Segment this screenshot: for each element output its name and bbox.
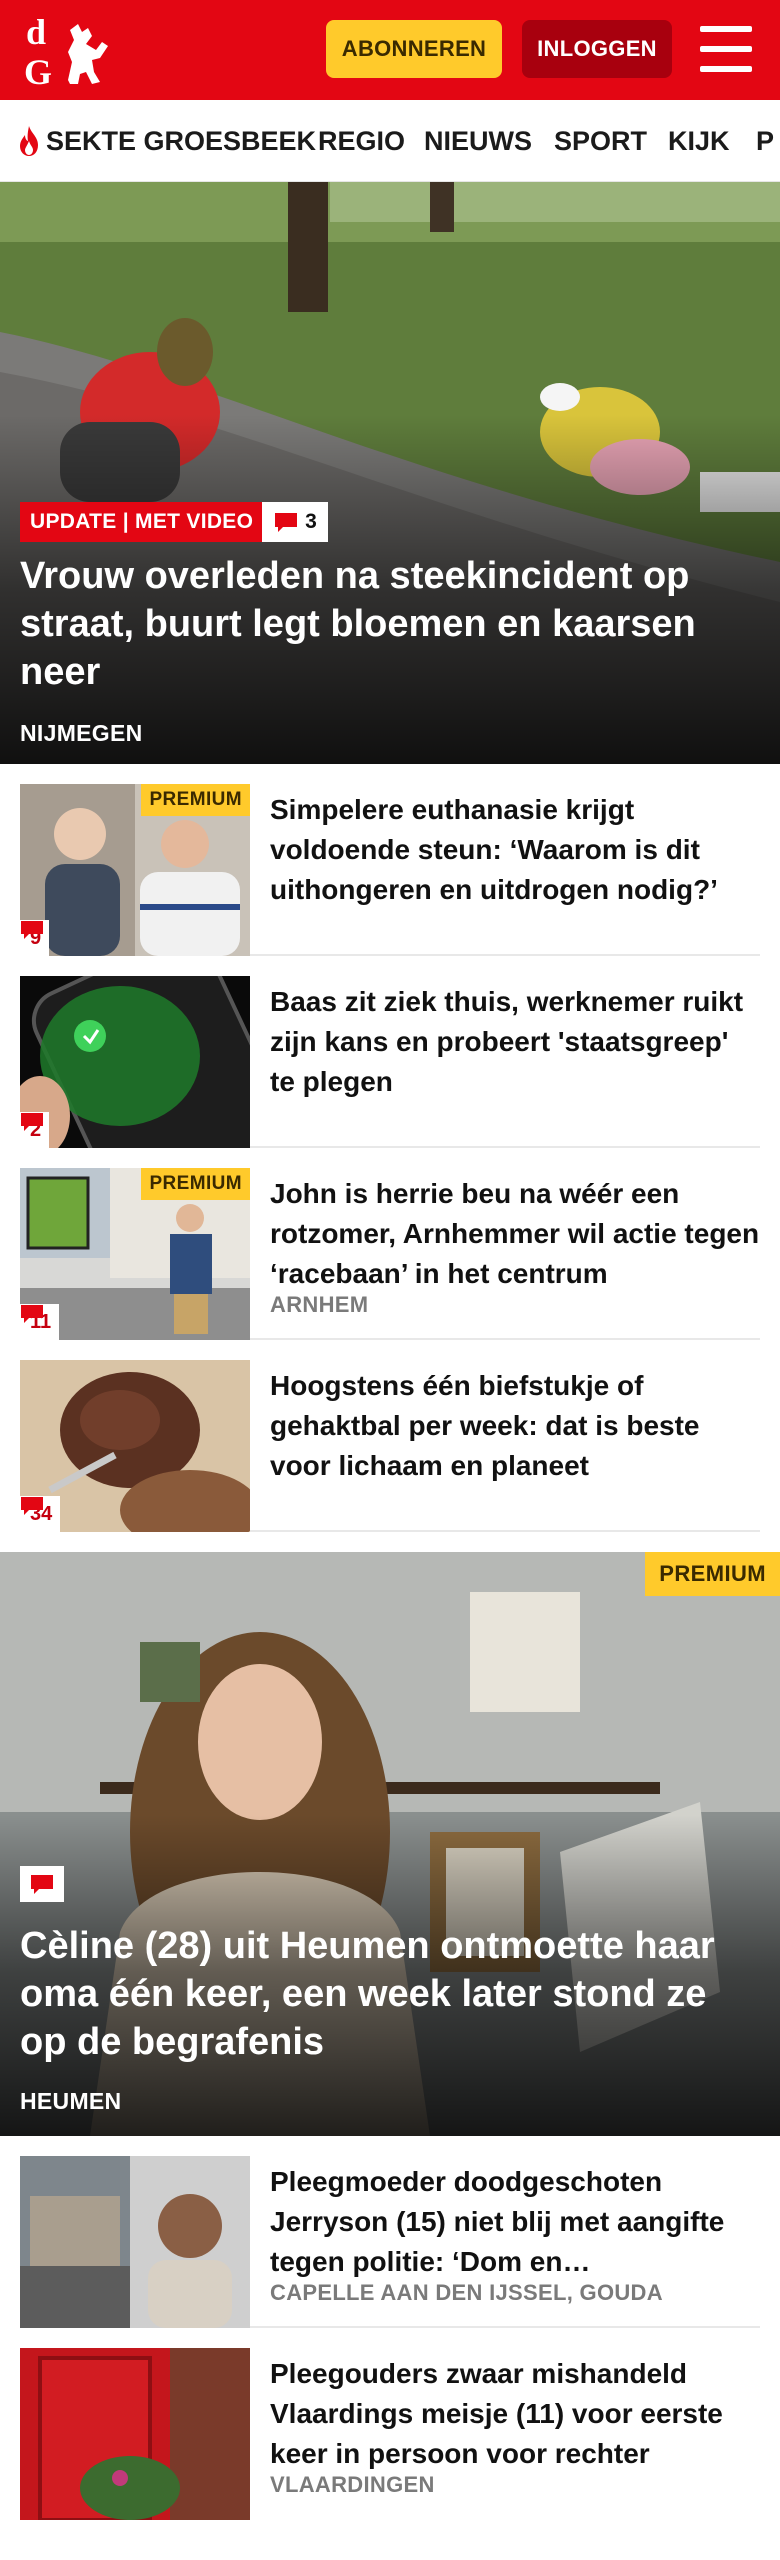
comment-count-number: 3 <box>305 510 317 533</box>
comment-icon <box>21 1113 43 1131</box>
article-thumbnail <box>20 2156 250 2328</box>
subscribe-button[interactable]: ABONNEREN <box>326 20 502 78</box>
update-video-label: UPDATE | MET VIDEO <box>20 502 264 542</box>
article-title[interactable]: Baas zit ziek thuis, werknemer ruikt zij… <box>270 982 760 1102</box>
hero-location: NIJMEGEN <box>20 720 143 746</box>
premium-badge: PREMIUM <box>141 1168 250 1200</box>
hamburger-menu-icon[interactable] <box>700 26 752 72</box>
nav-item-kijk[interactable]: KIJK <box>668 100 730 181</box>
comment-count[interactable]: 2 <box>20 1112 50 1148</box>
nav-label: SEKTE GROESBEEK <box>46 125 317 156</box>
top-bar: d G ABONNEREN INLOGGEN <box>0 0 780 100</box>
svg-text:G: G <box>24 52 52 90</box>
premium-badge: PREMIUM <box>645 1552 780 1596</box>
comment-count[interactable]: 3 <box>262 502 328 542</box>
comment-count[interactable]: 11 <box>20 1304 60 1340</box>
feature-article[interactable]: PREMIUM Cèline (28) uit Heumen ontmoette… <box>0 1552 780 2136</box>
comment-badge[interactable] <box>20 1866 64 1902</box>
article-location: VLAARDINGEN <box>270 2472 435 2497</box>
comment-icon <box>275 513 298 532</box>
article-item[interactable]: Pleegmoeder doodgeschoten Jerryson (15) … <box>20 2136 760 2328</box>
article-item[interactable]: Pleegouders zwaar mishandeld Vlaardings … <box>20 2328 760 2520</box>
nav-item-sekte-groesbeek[interactable]: SEKTE GROESBEEK <box>16 100 317 181</box>
comment-icon <box>31 1875 53 1894</box>
comment-icon <box>21 1497 43 1515</box>
hero-title[interactable]: Vrouw overleden na steekincident op stra… <box>20 552 760 696</box>
article-thumbnail: 2 <box>20 976 250 1148</box>
article-thumbnail <box>20 2348 250 2520</box>
feature-location: HEUMEN <box>20 2088 122 2114</box>
article-location: ARNHEM <box>270 1292 369 1317</box>
article-item[interactable]: PREMIUM 11 John is herrie beu na wéér ee… <box>20 1148 760 1340</box>
article-title[interactable]: Simpelere euthanasie krijgt voldoende st… <box>270 790 760 910</box>
article-item[interactable]: 34 Hoogstens één biefstukje of gehaktbal… <box>20 1340 760 1532</box>
hero-article[interactable]: UPDATE | MET VIDEO 3 Vrouw overleden na … <box>0 182 780 764</box>
flame-icon <box>20 126 38 156</box>
comment-icon <box>21 1305 43 1323</box>
svg-text:d: d <box>26 12 46 52</box>
article-location: CAPELLE AAN DEN IJSSEL, GOUDA <box>270 2280 663 2305</box>
article-thumbnail: PREMIUM 11 <box>20 1168 250 1340</box>
article-title[interactable]: John is herrie beu na wéér een rotzomer,… <box>270 1174 760 1294</box>
article-item[interactable]: 2 Baas zit ziek thuis, werknemer ruikt z… <box>20 956 760 1148</box>
nav-item-overflow[interactable]: P <box>756 100 774 181</box>
article-title[interactable]: Hoogstens één biefstukje of gehaktbal pe… <box>270 1366 760 1486</box>
feature-title[interactable]: Cèline (28) uit Heumen ontmoette haar om… <box>20 1922 760 2066</box>
comment-icon <box>21 921 43 939</box>
dg-logo[interactable]: d G <box>22 10 122 90</box>
login-button[interactable]: INLOGGEN <box>522 20 672 78</box>
nav-item-sport[interactable]: SPORT <box>554 100 647 181</box>
nav-item-regio[interactable]: REGIO <box>318 100 405 181</box>
article-thumbnail: 34 <box>20 1360 250 1532</box>
comment-count[interactable]: 9 <box>20 920 50 956</box>
article-title[interactable]: Pleegouders zwaar mishandeld Vlaardings … <box>270 2354 760 2474</box>
nav-item-nieuws[interactable]: NIEUWS <box>424 100 532 181</box>
premium-badge: PREMIUM <box>141 784 250 816</box>
comment-count[interactable]: 34 <box>20 1496 61 1532</box>
section-nav: SEKTE GROESBEEK REGIO NIEUWS SPORT KIJK … <box>0 100 780 182</box>
article-title[interactable]: Pleegmoeder doodgeschoten Jerryson (15) … <box>270 2162 760 2282</box>
article-thumbnail: PREMIUM 9 <box>20 784 250 956</box>
article-item[interactable]: PREMIUM 9 Simpelere euthanasie krijgt vo… <box>20 764 760 956</box>
